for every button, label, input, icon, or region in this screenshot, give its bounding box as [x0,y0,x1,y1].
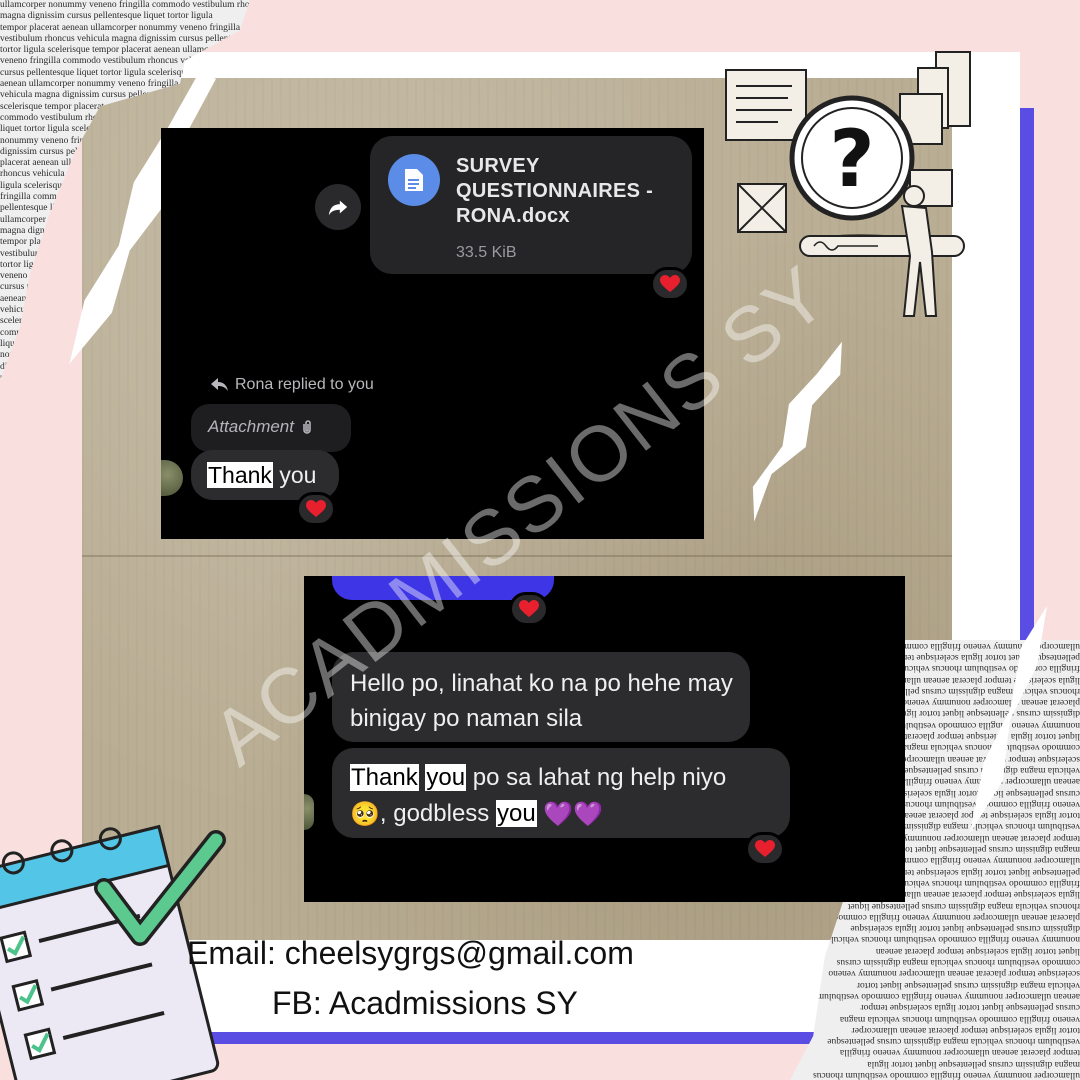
message-text: po sa lahat ng help niyo [472,764,727,791]
contact-facebook: FB: Acadmissions SY [272,985,578,1021]
contact-email: Email: cheelsygrgs@gmail.com [187,935,634,971]
newsprint-texture-line: ullamcorper nonummy veneno fringilla com… [0,0,250,10]
newsprint-texture-line: scelerisque tempor placerat aenean ullam… [828,968,1080,979]
heart-reaction[interactable] [509,592,549,626]
forward-arrow-icon [328,200,348,216]
newsprint-texture-line: veneno fringilla commodo vestibulum rhon… [839,1013,1080,1024]
pleading-face-emoji: 🥺 [350,800,380,828]
newsprint-texture-line: vestibulum rhoncus vehicula magna dignis… [0,33,250,44]
file-attachment-bubble[interactable]: SURVEY QUESTIONNAIRES - RONA.docx 33.5 K… [370,136,692,274]
heart-reaction[interactable] [650,267,690,301]
newsprint-texture-line: tempor placerat aenean ullamcorper nonum… [0,22,241,33]
heart-icon [519,600,539,617]
message-text: , godbless [379,800,490,827]
heart-icon [306,500,326,517]
newsprint-texture-line: nonummy veneno fringilla commodo vestibu… [826,934,1080,945]
newsprint-texture-line: magna dignissim cursus pellentesque liqu… [0,11,213,22]
file-name: SURVEY QUESTIONNAIRES - RONA.docx [456,155,654,227]
newsprint-texture-line: vehicula magna dignissim cursus pellente… [856,979,1080,990]
heart-reaction[interactable] [745,832,785,866]
highlighted-word: Thank [207,462,273,488]
newsprint-texture-line: aenean ullamcorper nonummy veneno fringi… [816,990,1080,1001]
quoted-message[interactable]: Attachment [191,404,351,452]
message-text: you [279,462,317,488]
newsprint-texture-line: ullamcorper nonummy veneno fringilla com… [812,1070,1080,1080]
avatar[interactable] [304,794,314,830]
newsprint-texture-line: tempor placerat aenean ullamcorper nonum… [839,1047,1080,1058]
newsprint-texture-line: vestibulum rhoncus vehicula magna dignis… [827,1036,1080,1047]
newsprint-texture-line: commodo vestibulum rhoncus vehicula magn… [836,957,1080,968]
forward-button[interactable] [315,184,361,230]
paperclip-icon [303,420,311,434]
document-icon [388,154,440,206]
highlighted-word: you [425,764,467,791]
newsprint-texture-line: tortor ligula scelerisque tempor placera… [851,1024,1080,1035]
reply-arrow-icon [211,378,228,391]
magnifying-glass-question-illustration: ? [725,51,971,317]
reply-label-text: Rona replied to you [235,376,374,393]
heart-icon [755,840,775,857]
quoted-text: Attachment [208,417,294,436]
file-size: 33.5 KiB [456,244,517,261]
avatar[interactable] [161,460,183,496]
purple-heart-emoji: 💜💜 [543,800,604,828]
highlighted-word: Thank [350,764,419,791]
heart-icon [660,275,680,292]
heart-reaction[interactable] [296,492,336,526]
message-text: Hello po, linahat ko na po hehe may bini… [350,670,733,732]
highlighted-word: you [495,800,537,827]
newsprint-texture-line: liquet tortor ligula scelerisque tempor … [875,945,1080,956]
newsprint-texture-line: cursus pellentesque liquet tortor ligula… [860,1002,1080,1013]
message-bubble[interactable]: Thank you po sa lahat ng help niyo 🥺, go… [332,748,790,838]
svg-text:?: ? [829,115,874,205]
newsprint-texture-line: magna dignissim cursus pellentesque liqu… [867,1058,1080,1069]
reply-indicator: Rona replied to you [211,376,374,394]
